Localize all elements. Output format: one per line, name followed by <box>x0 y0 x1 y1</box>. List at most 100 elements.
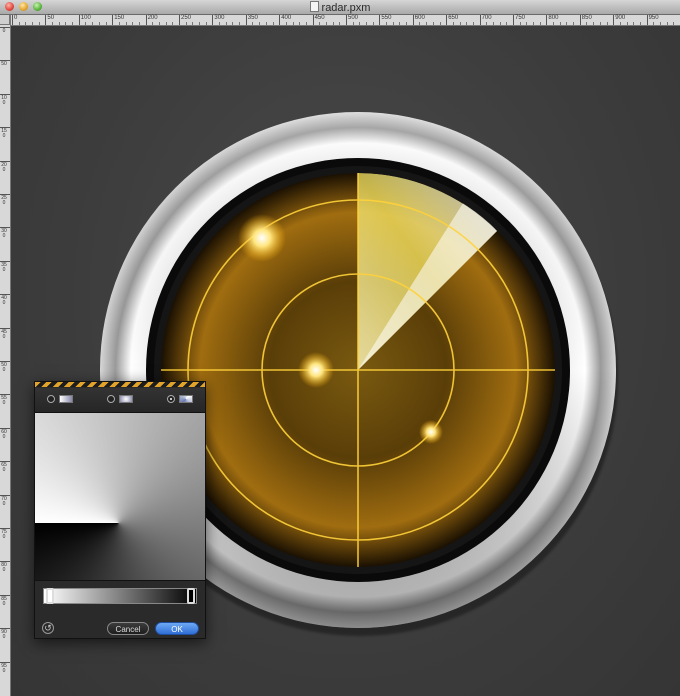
ruler-minor-tick <box>526 22 528 25</box>
ruler-minor-tick <box>272 22 274 25</box>
cancel-button[interactable]: Cancel <box>107 622 149 635</box>
window-title-area: radar.pxm <box>0 1 680 14</box>
ruler-label: 750 <box>515 15 526 21</box>
ruler-label: 100 <box>1 94 7 106</box>
gradient-stop-white[interactable] <box>46 588 54 604</box>
ruler-minor-tick <box>219 22 221 25</box>
ruler-tick <box>613 15 615 25</box>
ruler-label: 900 <box>1 629 7 641</box>
ruler-minor-tick <box>419 22 421 25</box>
ruler-minor-tick <box>586 22 588 25</box>
tab-angle-gradient[interactable] <box>167 393 207 407</box>
ruler-minor-tick <box>432 22 434 25</box>
ruler-label: 500 <box>348 15 359 21</box>
ruler-minor-tick <box>239 22 241 25</box>
document-icon <box>309 1 319 12</box>
ruler-label: 950 <box>1 662 7 674</box>
ruler-tick <box>279 15 281 25</box>
ruler-minor-tick <box>472 22 474 25</box>
ruler-tick <box>312 15 314 25</box>
ruler-minor-tick <box>426 22 428 25</box>
ruler-minor-tick <box>138 22 140 25</box>
ruler-minor-tick <box>118 22 120 25</box>
reverse-gradient-button[interactable]: ↺ <box>42 622 54 634</box>
ruler-minor-tick <box>58 22 60 25</box>
ruler-label: 350 <box>1 261 7 273</box>
ruler-label: 450 <box>314 15 325 21</box>
ruler-label: 650 <box>448 15 459 21</box>
gradient-stop-bar[interactable] <box>43 588 197 604</box>
horizontal-ruler[interactable]: 0 50 100 150 200 250 300 350 400 450 500 550 600 650 7… <box>10 15 680 26</box>
tab-linear-gradient[interactable] <box>47 393 87 407</box>
gradient-editor-panel[interactable]: ↺ Cancel OK <box>34 381 206 639</box>
ruler-label: 400 <box>281 15 292 21</box>
ruler-label: 400 <box>1 295 7 307</box>
ruler-tick <box>646 15 648 25</box>
ruler-minor-tick <box>533 22 535 25</box>
ruler-label: 550 <box>381 15 392 21</box>
ruler-label: 850 <box>581 15 592 21</box>
ruler-label: 50 <box>1 61 7 68</box>
ruler-minor-tick <box>199 22 201 25</box>
ruler-label: 600 <box>414 15 425 21</box>
ruler-minor-tick <box>52 22 54 25</box>
ruler-minor-tick <box>553 22 555 25</box>
ruler-minor-tick <box>673 22 675 25</box>
ruler-minor-tick <box>406 22 408 25</box>
ruler-minor-tick <box>232 22 234 25</box>
ruler-tick <box>179 15 180 25</box>
ruler-minor-tick <box>325 22 327 25</box>
ruler-tick <box>45 15 47 25</box>
ruler-minor-tick <box>452 22 454 25</box>
ruler-minor-tick <box>38 22 40 25</box>
ruler-tick <box>78 15 80 25</box>
ruler-label: 50 <box>47 15 55 21</box>
ruler-minor-tick <box>319 22 321 25</box>
ruler-minor-tick <box>65 22 67 25</box>
ruler-tick <box>579 15 581 25</box>
angle-radio[interactable] <box>167 395 175 403</box>
ruler-minor-tick <box>519 22 521 25</box>
ruler-tick <box>12 15 13 25</box>
ruler-label: 200 <box>1 161 7 173</box>
ruler-minor-tick <box>559 22 561 25</box>
ok-button[interactable]: OK <box>155 622 199 635</box>
ruler-minor-tick <box>305 22 307 25</box>
ruler-minor-tick <box>339 22 341 25</box>
ruler-label: 300 <box>214 15 225 21</box>
ruler-minor-tick <box>85 22 87 25</box>
ruler-tick <box>446 15 448 25</box>
ruler-label: 700 <box>1 495 7 507</box>
ruler-minor-tick <box>606 22 608 25</box>
reverse-icon: ↺ <box>44 623 52 633</box>
ruler-label: 300 <box>1 228 7 240</box>
ruler-minor-tick <box>619 22 621 25</box>
ruler-minor-tick <box>659 22 661 25</box>
radial-gradient-icon <box>119 395 133 403</box>
ruler-minor-tick <box>92 22 94 25</box>
tab-radial-gradient[interactable] <box>107 393 147 407</box>
ruler-minor-tick <box>486 22 488 25</box>
ruler-minor-tick <box>439 22 441 25</box>
ruler-tick <box>212 15 214 25</box>
ruler-minor-tick <box>205 22 207 25</box>
ruler-label: 800 <box>548 15 559 21</box>
ruler-minor-tick <box>98 22 100 25</box>
large-blip <box>238 214 286 262</box>
ruler-minor-tick <box>593 22 595 25</box>
ruler-label: 500 <box>1 362 7 373</box>
window-title: radar.pxm <box>321 2 371 14</box>
small-blip <box>419 420 443 444</box>
panel-drag-strip[interactable] <box>35 382 205 387</box>
ruler-tick <box>245 15 247 25</box>
ruler-minor-tick <box>158 22 160 25</box>
radial-radio[interactable] <box>107 395 115 403</box>
ruler-label: 850 <box>1 595 7 607</box>
linear-radio[interactable] <box>47 395 55 403</box>
gradient-preview[interactable] <box>35 413 205 581</box>
ruler-minor-tick <box>32 22 34 25</box>
ruler-minor-tick <box>299 22 301 25</box>
ruler-minor-tick <box>259 22 261 25</box>
vertical-ruler[interactable]: 0 50 100 150 200 250 300 350 400 450 500 550 600 650 7… <box>0 15 11 696</box>
gradient-stop-black[interactable] <box>187 588 195 604</box>
